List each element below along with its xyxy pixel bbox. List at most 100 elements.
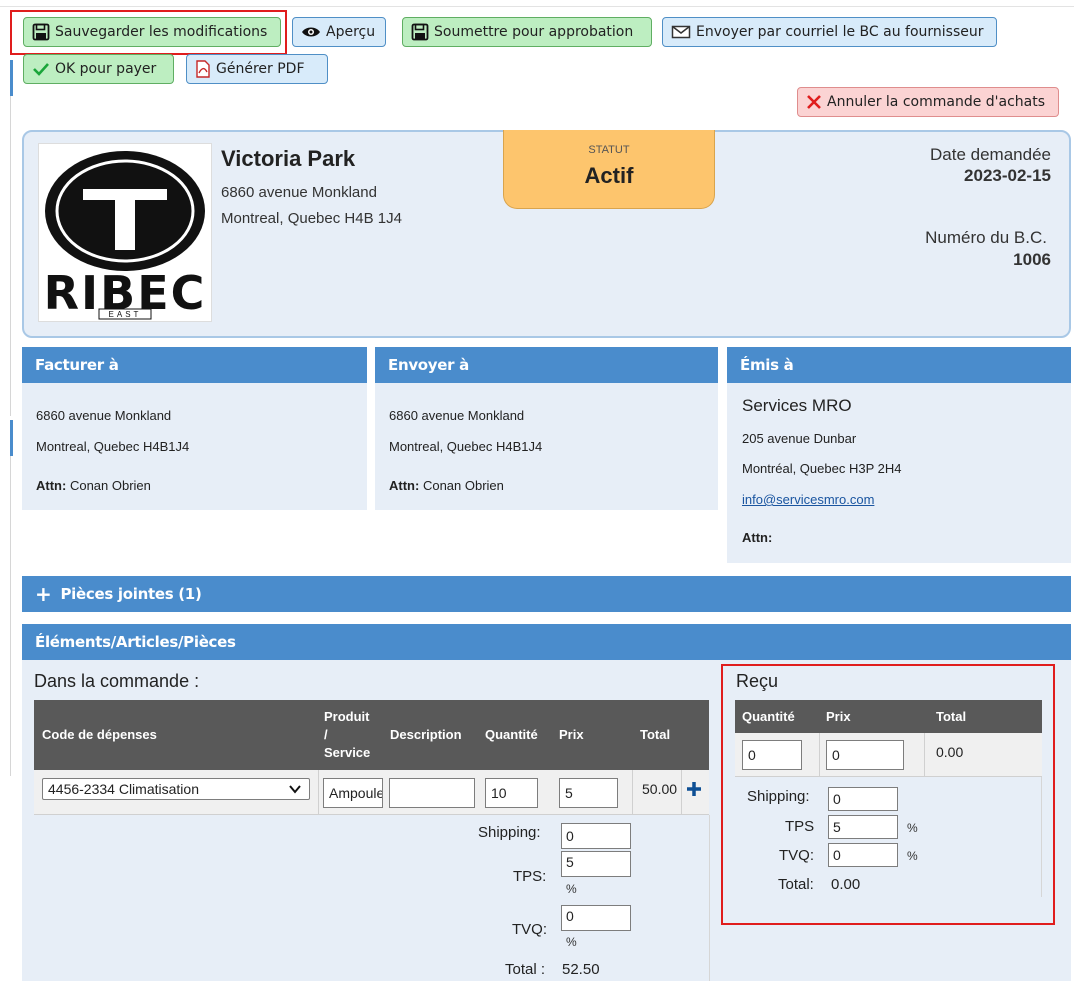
col-quantity: Quantité [485,727,538,742]
received-shipping-input[interactable]: 0 [828,787,898,811]
attachments-title: Pièces jointes (1) [60,585,202,603]
section-divider [709,815,710,981]
supplier-name: Services MRO [742,396,852,415]
ship-to-attn: Attn: Conan Obrien [389,478,504,493]
preview-label: Aperçu [326,24,376,40]
col-price: Prix [559,727,584,742]
expense-code-select[interactable]: 4456-2334 Climatisation [42,778,310,800]
in-order-label: Dans la commande : [34,671,200,691]
company-logo: RIBEC EAST [38,143,212,322]
ship-to-header: Envoyer à [375,347,718,383]
status-badge: STATUT Actif [503,130,715,209]
po-number-value: 1006 [1013,250,1051,269]
shipping-label: Shipping: [478,824,541,841]
col-total: Total [640,727,671,742]
floppy-disk-icon [32,23,50,41]
submit-approval-button[interactable]: Soumettre pour approbation [402,17,652,47]
supplier-address-line2: Montréal, Quebec H3P 2H4 [742,461,902,476]
chevron-down-icon [289,785,301,794]
status-label: STATUT [588,144,630,156]
generate-pdf-label: Générer PDF [216,61,305,77]
tps-input[interactable]: 5 [561,851,631,877]
col-product-line2: / [324,727,328,742]
received-quantity-input[interactable]: 0 [742,740,802,770]
quantity-input[interactable]: 10 [485,778,538,808]
tps-label: TPS: [513,868,547,885]
requested-date-label: Date demandée [930,145,1051,164]
expense-code-value: 4456-2334 Climatisation [48,781,199,797]
bill-to-line1: 6860 avenue Monkland [36,408,172,423]
col-expense-code: Code de dépenses [42,727,157,742]
supplier-address-line1: 205 avenue Dunbar [742,431,857,446]
received-col-quantity: Quantité [742,709,795,724]
plus-icon: + [35,582,52,606]
bill-to-header: Facturer à [22,347,367,383]
add-row-icon[interactable] [686,781,702,797]
column-divider [681,770,682,815]
column-divider [924,733,925,777]
attn-label: Attn: [389,478,420,493]
attn-label: Attn: [36,478,67,493]
supplier-attn-label: Attn: [742,530,773,545]
received-col-price: Prix [826,709,851,724]
received-tvq-label: TVQ: [779,847,815,864]
received-tps-percent: % [907,821,918,835]
column-divider [632,770,633,815]
ok-to-pay-button[interactable]: OK pour payer [23,54,174,84]
tvq-label: TVQ: [512,921,548,938]
logo-subtext: EAST [108,310,142,319]
issued-to-header: Émis à [727,347,1071,383]
left-accent-bar [10,420,13,456]
cancel-po-label: Annuler la commande d'achats [827,94,1046,110]
description-input[interactable] [389,778,475,808]
tvq-input[interactable]: 0 [561,905,631,931]
ship-to-line2: Montreal, Quebec H4B1J4 [389,439,543,454]
received-tvq-input[interactable]: 0 [828,843,898,867]
received-title: Reçu [736,671,779,691]
tvq-percent: % [566,935,577,949]
top-divider [0,6,1074,7]
generate-pdf-button[interactable]: Générer PDF [186,54,328,84]
left-divider [10,456,11,776]
left-divider [10,96,11,416]
save-button[interactable]: Sauvegarder les modifications [23,17,281,47]
received-row-total: 0.00 [936,744,964,760]
close-icon [807,95,821,109]
received-divider [1041,777,1042,897]
preview-button[interactable]: Aperçu [292,17,386,47]
col-description: Description [390,727,462,742]
checkmark-icon [33,63,49,76]
received-total-label: Total: [778,876,814,893]
save-label: Sauvegarder les modifications [55,24,268,40]
bill-to-attn: Attn: Conan Obrien [36,478,151,493]
supplier-email-link[interactable]: info@servicesmro.com [742,492,874,507]
product-input[interactable]: Ampoule [323,778,383,808]
attn-value: Conan Obrien [422,478,504,493]
po-number-label: Numéro du B.C. [925,228,1047,247]
received-tps-input[interactable]: 5 [828,815,898,839]
shipping-input[interactable]: 0 [561,823,631,849]
tps-percent: % [566,882,577,896]
col-product-line1: Produit [324,709,370,724]
received-price-input[interactable]: 0 [826,740,904,770]
order-total-value: 52.50 [562,961,600,978]
received-tps-label: TPS [785,818,815,835]
eye-icon [302,27,320,37]
pdf-file-icon [196,60,210,78]
ok-to-pay-label: OK pour payer [55,61,157,77]
cancel-po-button[interactable]: Annuler la commande d'achats [797,87,1059,117]
submit-approval-label: Soumettre pour approbation [434,24,634,40]
company-address-line2: Montreal, Quebec H4B 1J4 [221,210,402,227]
received-col-total: Total [936,709,967,724]
attachments-toggle[interactable]: + Pièces jointes (1) [22,576,1071,612]
price-input[interactable]: 5 [559,778,618,808]
items-header: Éléments/Articles/Pièces [22,624,1071,660]
company-name: Victoria Park [221,146,356,171]
company-address-line1: 6860 avenue Monkland [221,184,377,201]
envelope-icon [671,25,691,39]
email-po-button[interactable]: Envoyer par courriel le BC au fournisseu… [662,17,997,47]
row-total: 50.00 [642,781,678,797]
floppy-disk-icon [411,23,429,41]
requested-date-value: 2023-02-15 [964,166,1051,185]
attn-value: Conan Obrien [69,478,151,493]
